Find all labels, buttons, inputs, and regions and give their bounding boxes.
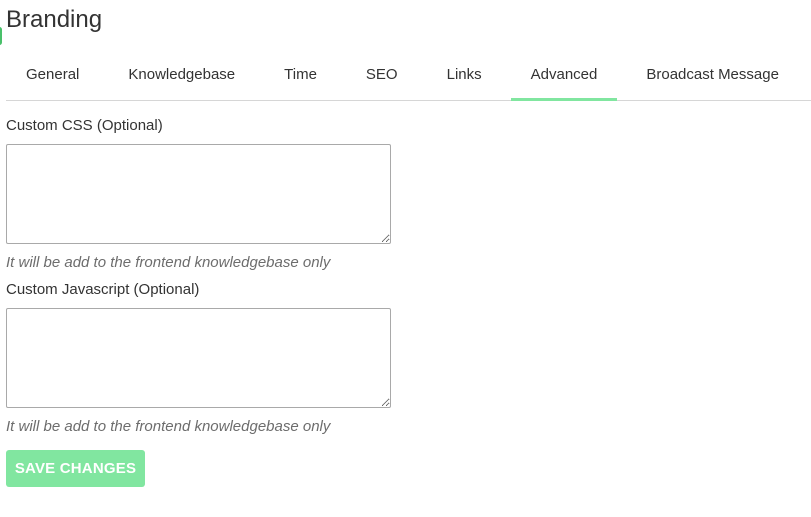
save-changes-button[interactable]: SAVE CHANGES [6,450,145,487]
tab-advanced[interactable]: Advanced [510,48,618,101]
edge-accent-marker [0,27,2,45]
custom-css-textarea[interactable] [6,144,391,244]
tab-time[interactable]: Time [264,48,337,100]
custom-css-help-text: It will be add to the frontend knowledge… [6,254,331,271]
tab-knowledgebase[interactable]: Knowledgebase [108,48,255,100]
custom-css-label: Custom CSS (Optional) [6,117,163,134]
branding-settings-page: Branding General Knowledgebase Time SEO … [0,0,811,517]
custom-js-textarea[interactable] [6,308,391,408]
tab-general[interactable]: General [6,48,99,100]
settings-tabs: General Knowledgebase Time SEO Links Adv… [6,48,811,101]
tab-seo[interactable]: SEO [346,48,418,100]
page-title: Branding [6,6,103,33]
tab-broadcast-message[interactable]: Broadcast Message [626,48,799,100]
custom-js-label: Custom Javascript (Optional) [6,281,200,298]
tab-links[interactable]: Links [427,48,502,100]
custom-js-help-text: It will be add to the frontend knowledge… [6,418,331,435]
